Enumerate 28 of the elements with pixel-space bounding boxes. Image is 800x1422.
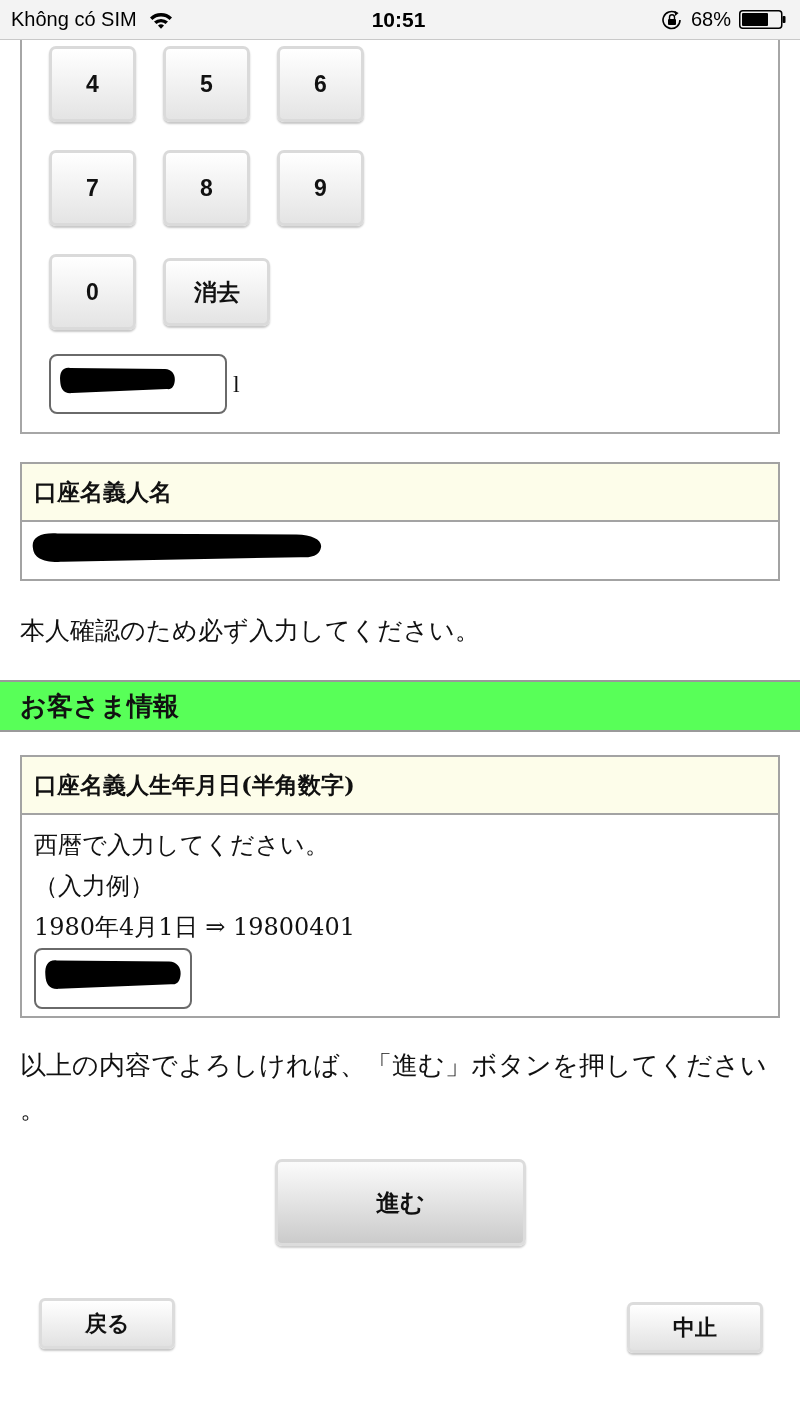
instruction-text: 西暦で入力してください。 (34, 830, 329, 861)
number-key[interactable]: 6 (277, 46, 364, 122)
header-label: 口座名義人生年月日(半角数字) (34, 769, 355, 800)
wifi-icon (148, 10, 173, 29)
number-key[interactable]: 7 (49, 150, 136, 226)
battery-icon (739, 10, 786, 29)
cancel-button[interactable]: 中止 (627, 1302, 763, 1353)
number-key[interactable]: 0 (49, 254, 136, 330)
number-key[interactable]: 9 (277, 150, 364, 226)
back-button[interactable]: 戻る (39, 1298, 175, 1349)
confirm-text: 以上の内容でよろしければ、「進む」ボタンを押してください。 (20, 1049, 768, 1126)
number-key[interactable]: 4 (49, 46, 136, 122)
rotation-lock-icon (660, 9, 683, 30)
field-suffix: l (233, 370, 240, 398)
clear-key[interactable]: 消去 (163, 258, 270, 326)
input-field[interactable] (49, 354, 227, 414)
header-label: 口座名義人名 (34, 476, 172, 507)
number-key[interactable]: 5 (163, 46, 250, 122)
instruction-text: 1980年4月1日 ⇒ 19800401 (34, 912, 356, 943)
number-key[interactable]: 8 (163, 150, 250, 226)
input-field[interactable] (34, 948, 192, 1009)
carrier-label: Không có SIM (11, 8, 137, 31)
instruction-text: （入力例） (34, 871, 154, 902)
section-title: お客さま情報 (20, 689, 179, 723)
notice-text: 本人確認のため必ず入力してください。 (20, 615, 480, 647)
battery-percentage: 68% (690, 8, 731, 31)
status-time: 10:51 (371, 7, 426, 32)
next-button[interactable]: 進む (274, 1159, 526, 1246)
